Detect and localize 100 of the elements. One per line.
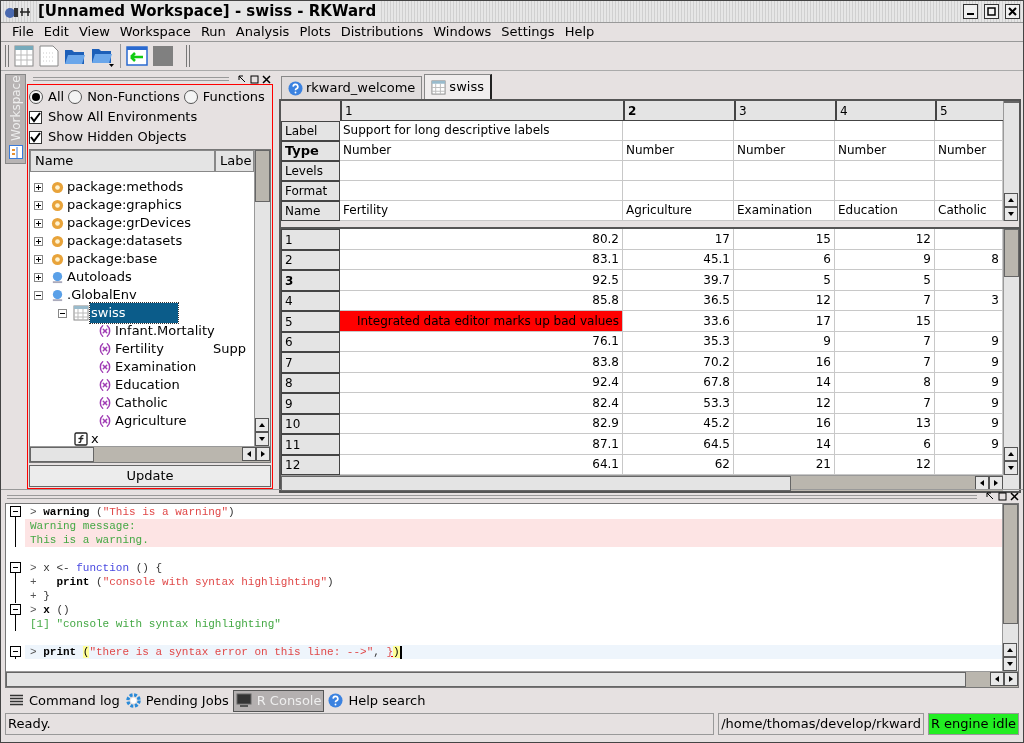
new-table-icon[interactable] (14, 45, 34, 67)
expand-toggle[interactable] (34, 218, 43, 228)
row-header[interactable]: 8 (281, 372, 340, 393)
scrollbar-thumb[interactable] (6, 672, 966, 687)
tree-item[interactable]: Catholic (114, 393, 169, 413)
tool-tab[interactable]: Command log (7, 689, 122, 712)
row-header[interactable]: 4 (281, 290, 340, 311)
tree-item[interactable]: Infant.Mortality (114, 321, 216, 341)
tree-item[interactable]: Education (114, 375, 181, 395)
tree-item[interactable]: x (90, 429, 100, 446)
checkbox[interactable] (29, 130, 42, 144)
scrollbar-thumb[interactable] (30, 447, 94, 462)
scroll-right-button[interactable] (256, 447, 270, 461)
checkbox-label[interactable]: Show Hidden Objects (48, 127, 187, 147)
float-icon[interactable] (986, 492, 995, 501)
close-icon[interactable] (1010, 492, 1019, 501)
expand-toggle[interactable] (34, 236, 43, 246)
update-button[interactable]: Update (29, 465, 271, 487)
minimize-button[interactable] (963, 4, 978, 19)
scrollbar-thumb[interactable] (1004, 229, 1019, 277)
scroll-down-button[interactable] (1004, 461, 1018, 475)
scrollbar-thumb[interactable] (281, 476, 791, 491)
menu-item[interactable]: Run (195, 22, 231, 42)
row-header[interactable]: 5 (281, 311, 340, 332)
column-header[interactable]: 1 (340, 101, 623, 121)
close-icon[interactable] (262, 74, 271, 84)
scroll-left-button[interactable] (990, 672, 1004, 686)
scroll-up-button[interactable] (255, 418, 269, 432)
menu-item[interactable]: Help (559, 22, 600, 42)
checkbox[interactable] (29, 110, 42, 124)
tree-item[interactable]: package:graphics (66, 195, 183, 215)
tree-item[interactable]: package:base (66, 249, 159, 269)
maximize-button[interactable] (984, 4, 999, 19)
scroll-down-button[interactable] (1004, 207, 1018, 221)
expand-toggle[interactable] (34, 200, 43, 210)
row-header[interactable]: Format (281, 181, 340, 201)
float-icon[interactable] (238, 74, 247, 84)
tool-tab[interactable]: Help search (326, 689, 428, 712)
row-header[interactable]: Label (281, 121, 340, 141)
row-header[interactable]: 2 (281, 249, 340, 270)
restore-icon[interactable] (998, 492, 1007, 501)
tree-item[interactable]: Fertility (114, 339, 165, 359)
expand-toggle[interactable] (34, 272, 43, 282)
scroll-up-button[interactable] (1004, 193, 1018, 207)
tree-item[interactable]: package:datasets (66, 231, 184, 251)
collapse-toggle[interactable] (58, 308, 67, 318)
scroll-right-button[interactable] (1004, 672, 1018, 686)
scrollbar-thumb[interactable] (1003, 504, 1018, 624)
column-header[interactable]: 3 (734, 101, 835, 121)
row-header[interactable]: 10 (281, 413, 340, 434)
row-header[interactable]: Type (281, 141, 340, 161)
menu-item[interactable]: Edit (38, 22, 74, 42)
row-header[interactable]: 9 (281, 393, 340, 414)
scroll-up-button[interactable] (1003, 643, 1017, 657)
editor-tab[interactable]: rkward_welcome (281, 76, 423, 99)
tree-item[interactable]: package:methods (66, 177, 185, 197)
menu-item[interactable]: File (7, 22, 39, 42)
radio-button[interactable] (183, 90, 198, 104)
scrollbar-thumb[interactable] (1004, 101, 1019, 103)
menu-item[interactable]: Distributions (335, 22, 429, 42)
radio-label[interactable]: All (48, 87, 65, 107)
row-header[interactable]: 7 (281, 352, 340, 373)
restore-icon[interactable] (250, 74, 259, 84)
fold-toggle[interactable] (10, 562, 21, 573)
tree-item[interactable]: Agriculture (114, 411, 188, 431)
editor-tab[interactable]: swiss (424, 74, 492, 99)
row-header[interactable]: 1 (281, 229, 340, 250)
scroll-down-button[interactable] (1003, 657, 1017, 671)
row-header[interactable]: 6 (281, 331, 340, 352)
column-header[interactable]: 2 (623, 101, 734, 121)
radio-label[interactable]: Non-Functions (87, 87, 180, 107)
menu-item[interactable]: Analysis (230, 22, 295, 42)
menu-item[interactable]: View (73, 22, 115, 42)
fold-toggle[interactable] (10, 646, 21, 657)
menu-item[interactable]: Plots (294, 22, 336, 42)
scroll-right-button[interactable] (989, 476, 1003, 490)
scroll-left-button[interactable] (975, 476, 989, 490)
fold-toggle[interactable] (10, 506, 21, 517)
radio-button[interactable] (68, 90, 83, 104)
radio-button[interactable] (29, 90, 43, 104)
tree-item[interactable]: swiss (90, 303, 178, 323)
scrollbar-thumb[interactable] (255, 150, 270, 202)
menu-item[interactable]: Windows (428, 22, 497, 42)
column-header[interactable]: 5 (935, 101, 1003, 121)
fold-toggle[interactable] (10, 604, 21, 615)
collapse-toggle[interactable] (34, 290, 43, 300)
expand-toggle[interactable] (34, 254, 43, 264)
tree-item[interactable]: Autoloads (66, 267, 133, 287)
close-button[interactable] (1005, 4, 1020, 19)
row-header[interactable]: Levels (281, 161, 340, 181)
scroll-left-button[interactable] (242, 447, 256, 461)
row-header[interactable]: 12 (281, 454, 340, 475)
expand-toggle[interactable] (34, 182, 43, 192)
column-header[interactable]: 4 (835, 101, 935, 121)
radio-label[interactable]: Functions (202, 87, 265, 107)
row-header[interactable]: 11 (281, 434, 340, 455)
tree-item[interactable]: Examination (114, 357, 198, 377)
scroll-up-button[interactable] (1004, 447, 1018, 461)
scroll-down-button[interactable] (255, 432, 269, 446)
row-header[interactable]: 3 (281, 270, 340, 291)
